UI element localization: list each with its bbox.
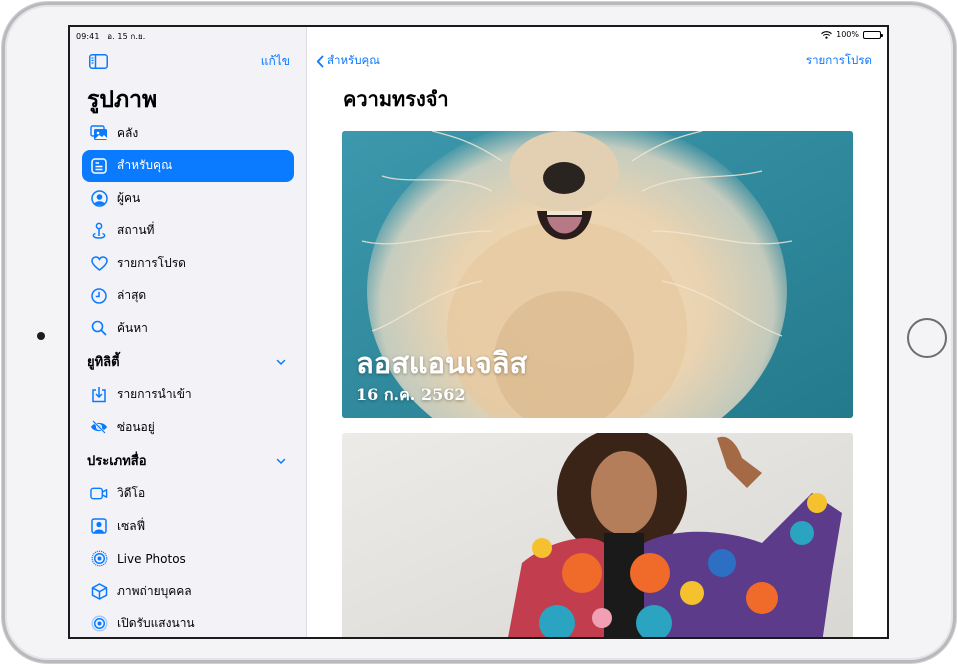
sidebar-item-label: ค้นหา [117,320,148,335]
chevron-down-icon [275,455,287,467]
sidebar-nav: คลัง สำหรับคุณ ผู้คน สถานที่ รายการโปรด … [82,117,294,638]
status-bar-left: 09:41 อ. 15 ก.ย. [76,30,150,43]
sidebar-toggle-icon[interactable] [89,54,108,69]
edit-button[interactable]: แก้ไข [261,52,290,71]
section-label: ประเภทสื่อ [87,454,147,469]
sidebar-item-recents[interactable]: ล่าสุด [82,280,294,313]
sidebar-item-long-exposure[interactable]: เปิดรับแสงนาน [82,608,294,638]
front-camera [37,332,45,340]
sidebar-item-hidden[interactable]: ซ่อนอยู่ [82,411,294,444]
sidebar-item-portrait[interactable]: ภาพถ่ายบุคคล [82,575,294,608]
status-time: 09:41 [76,32,100,41]
memory-card[interactable] [342,433,853,637]
back-button[interactable]: สำหรับคุณ [316,52,380,70]
memory-title: ลอสแอนเจลิส [356,346,528,380]
page-title: ความทรงจำ [343,87,449,111]
favorites-button[interactable]: รายการโปรด [806,52,872,70]
sidebar-item-label: ภาพถ่ายบุคคล [117,583,192,598]
sidebar-item-people[interactable]: ผู้คน [82,182,294,215]
live-photo-icon [90,550,108,568]
eye-slash-icon [90,418,108,436]
video-icon [90,485,108,503]
sidebar-item-label: คลัง [117,125,139,140]
status-date: อ. 15 ก.ย. [107,32,146,41]
sidebar-item-label: เซลฟี่ [117,518,146,533]
sidebar-item-favorites[interactable]: รายการโปรด [82,247,294,280]
photo-library-icon [90,124,108,142]
section-utilities[interactable]: ยูทิลิตี้ [82,345,294,379]
sidebar-item-selfies[interactable]: เซลฟี่ [82,510,294,543]
sidebar-item-label: สำหรับคุณ [117,158,173,173]
memory-date: 16 ก.ค. 2562 [356,385,466,404]
long-exposure-icon [90,615,108,633]
main-content: 100% สำหรับคุณ รายการโปรด ความทรงจำ ลอสแ… [308,27,887,637]
clock-icon [90,287,108,305]
selfie-icon [90,517,108,535]
sidebar-item-label: สถานที่ [117,223,155,238]
battery-percent: 100% [836,30,859,39]
sidebar-item-videos[interactable]: วิดีโอ [82,478,294,511]
for-you-icon [90,157,108,175]
sidebar: 09:41 อ. 15 ก.ย. แก้ไข รูปภาพ คลัง สำหรั… [70,27,307,637]
sidebar-title: รูปภาพ [87,87,158,113]
battery-icon [863,30,883,39]
person-circle-icon [90,189,108,207]
memory-photo-portrait [342,433,853,637]
status-bar-right: 100% [821,30,883,39]
sidebar-item-label: Live Photos [117,551,186,566]
sidebar-item-places[interactable]: สถานที่ [82,215,294,248]
sidebar-item-search[interactable]: ค้นหา [82,312,294,345]
sidebar-item-label: รายการนำเข้า [117,387,192,402]
memory-card[interactable]: ลอสแอนเจลิส 16 ก.ค. 2562 [342,131,853,418]
section-label: ยูทิลิตี้ [87,355,120,370]
sidebar-item-label: รายการโปรด [117,255,186,270]
map-pin-icon [90,222,108,240]
search-icon [90,319,108,337]
sidebar-item-for-you[interactable]: สำหรับคุณ [82,149,294,182]
import-icon [90,386,108,404]
screen: 09:41 อ. 15 ก.ย. แก้ไข รูปภาพ คลัง สำหรั… [68,25,889,639]
sidebar-item-live-photos[interactable]: Live Photos [82,543,294,576]
heart-icon [90,254,108,272]
home-button[interactable] [907,318,947,358]
back-label: สำหรับคุณ [327,53,380,67]
sidebar-item-label: ซ่อนอยู่ [117,419,155,434]
sidebar-item-imports[interactable]: รายการนำเข้า [82,379,294,412]
section-media-types[interactable]: ประเภทสื่อ [82,444,294,478]
chevron-down-icon [275,356,287,368]
cube-icon [90,582,108,600]
sidebar-item-label: ล่าสุด [117,288,147,303]
sidebar-item-label: ผู้คน [117,190,141,205]
sidebar-item-library[interactable]: คลัง [82,117,294,150]
sidebar-item-label: เปิดรับแสงนาน [117,616,195,631]
chevron-left-icon [316,55,324,68]
wifi-icon [821,30,833,39]
sidebar-item-label: วิดีโอ [117,486,146,501]
